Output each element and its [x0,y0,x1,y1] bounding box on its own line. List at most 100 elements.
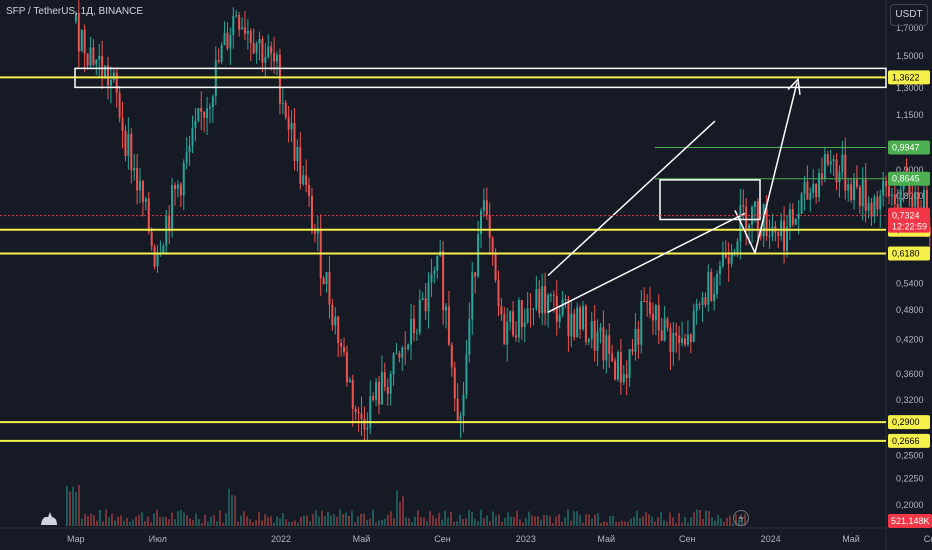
candle-body [109,79,112,86]
candle-body [514,335,517,338]
y-tick-label-7: 0,4800 [896,305,924,315]
candle-body [841,154,844,173]
volume-bar [633,516,635,526]
candle-body [334,316,337,326]
candle-body [753,201,756,208]
volume-bar [342,513,344,526]
candle-body [462,394,465,416]
candle-body [649,302,652,314]
candle-body [512,311,515,336]
volume-bar [384,518,386,526]
volume-bar [606,522,608,526]
candle-body [412,318,415,334]
volume-bar [180,510,182,526]
candle-body [92,47,95,65]
volume-bar [576,511,578,526]
candle-body [197,107,200,121]
volume-bar [486,515,488,526]
candle-body [325,272,328,285]
candle-body [666,318,669,328]
y-tick-label-9: 0,3600 [896,369,924,379]
symbol-title[interactable]: SFP / TetherUS, 1Д, BINANCE [6,6,143,17]
volume-bar [282,512,284,526]
volume-bar [243,511,245,526]
candle-body [850,184,853,201]
candle-body [133,167,136,171]
candle-body [351,379,354,409]
candle-body [867,202,870,211]
volume-bar [258,511,260,526]
volume-bar [192,519,194,526]
tradingview-logo-icon [41,512,57,525]
volume-bar [333,514,335,526]
volume-bar [696,509,698,526]
volume-bar [450,511,452,526]
candle-body [139,180,142,191]
x-tick-label-6: Май [597,534,615,544]
candle-body [156,253,159,267]
volume-bar [345,512,347,526]
volume-bar [186,515,188,526]
volume-bar [531,515,533,526]
volume-bar [588,514,590,526]
candle-body [188,145,191,153]
volume-bar [156,509,158,526]
candle-body [179,184,182,196]
volume-bar [699,509,701,526]
candle-body [223,32,226,46]
volume-bar [129,521,131,526]
candle-body [302,175,305,185]
candle-body [861,179,864,207]
volume-bar [603,521,605,526]
price-chart[interactable]: 1,70001,50001,30001,15000,90000,80000,54… [0,0,932,550]
volume-bar [225,513,227,526]
candle-body [211,96,214,108]
volume-bar [543,515,545,526]
volume-bar [93,515,95,526]
volume-bar [300,516,302,526]
candle-body [421,298,424,301]
candle-body [564,298,567,300]
candle-body [783,220,786,251]
volume-bar [84,513,86,526]
candle-body [520,300,523,328]
candle-body [162,245,165,253]
candle-body [529,308,532,310]
currency-button[interactable]: USDT [890,4,928,26]
candle-body [742,205,745,207]
volume-bar [264,514,266,526]
volume-bar [270,516,272,526]
candle-body [628,349,631,379]
candle-body [619,352,622,383]
candle-body [185,152,188,163]
candle-body [608,335,611,354]
candle-body [678,335,681,343]
candle-body [246,30,249,34]
volume-bar [447,517,449,526]
candle-body [313,230,316,234]
candle-body [141,180,144,202]
candle-body [832,159,835,162]
volume-bar [87,516,89,526]
candle-body [800,193,803,214]
candle-body [98,56,101,60]
candle-body [104,65,107,77]
candle-body [436,255,439,271]
candle-body [879,195,882,210]
volume-bar [498,514,500,526]
volume-bar [657,517,659,526]
candle-body [407,344,410,349]
volume-bar [504,517,506,526]
volume-bar [546,514,548,526]
candle-body [401,347,404,358]
candle-body [806,181,809,200]
y-tick-label-10: 0,3200 [896,395,924,405]
candle-body [721,252,724,267]
volume-bar [540,519,542,526]
candle-body [713,293,716,302]
lightning-icon[interactable] [733,510,749,526]
candle-body [826,154,829,165]
volume-bar [162,516,164,526]
candle-body [468,319,471,355]
candle-body [503,314,506,345]
